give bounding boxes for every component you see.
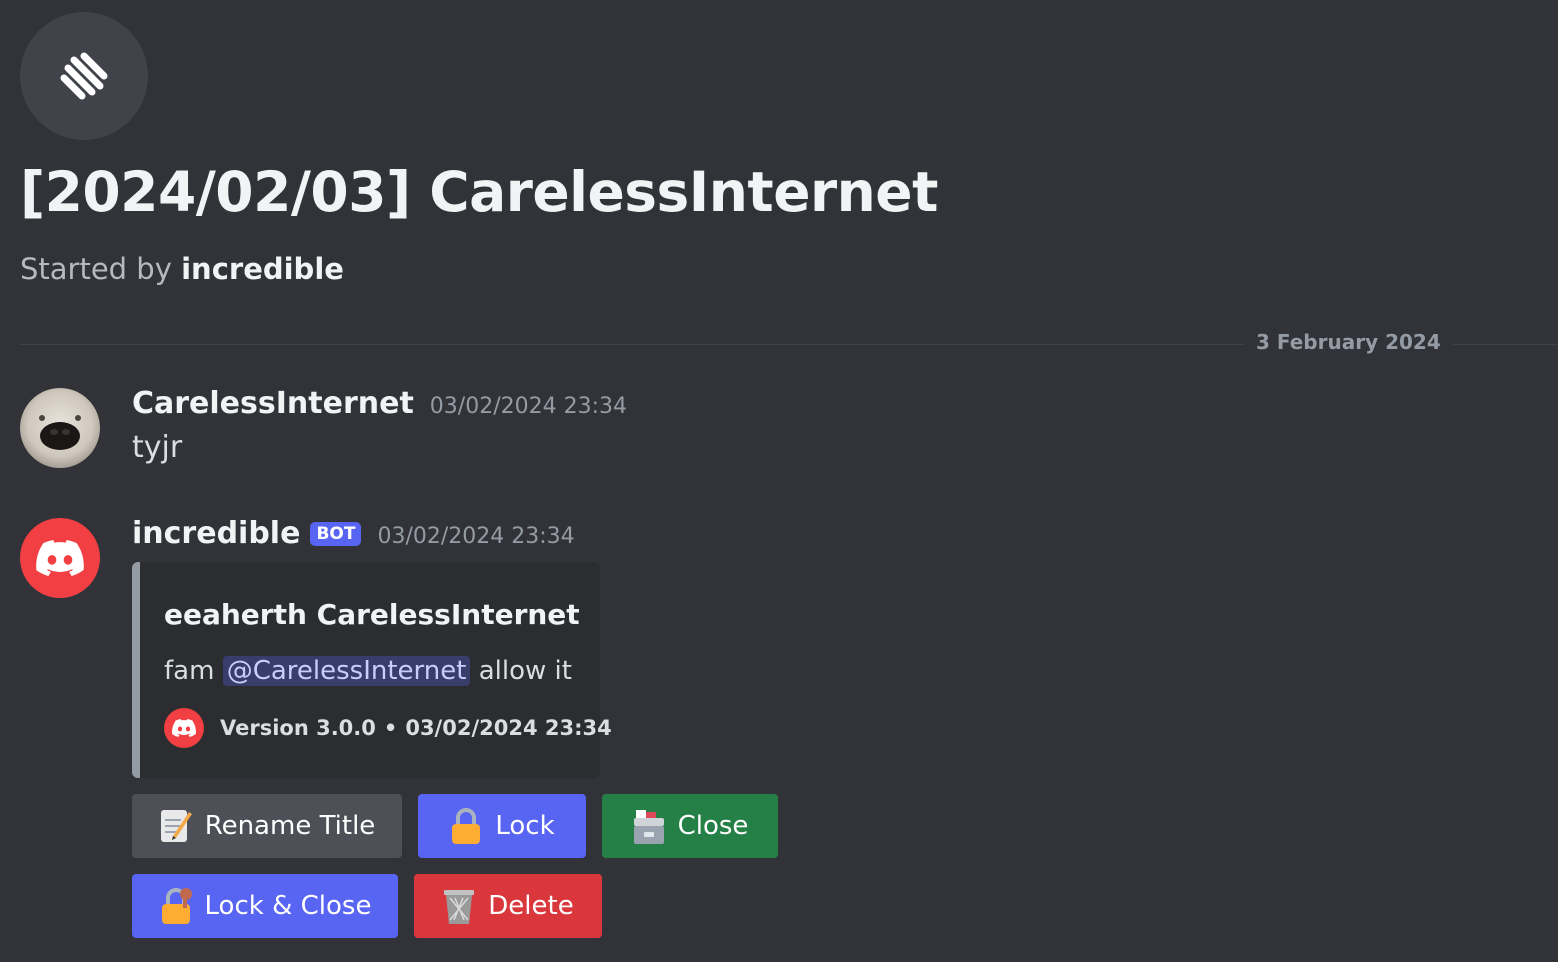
- lock-label: Lock: [495, 811, 555, 841]
- delete-label: Delete: [488, 891, 574, 921]
- started-by-prefix: Started by: [20, 252, 172, 286]
- discord-logo-icon[interactable]: [20, 518, 100, 598]
- message-author[interactable]: CarelessInternet: [132, 386, 414, 421]
- lock-and-close-button[interactable]: Lock & Close: [132, 874, 398, 938]
- lock-and-close-label: Lock & Close: [204, 891, 372, 921]
- embed-footer: Version 3.0.0 • 03/02/2024 23:34: [164, 708, 612, 748]
- embed-desc-text: allow it: [478, 656, 572, 686]
- message-text: tyjr: [132, 430, 183, 465]
- thread-icon: [20, 12, 148, 140]
- close-button[interactable]: Close: [602, 794, 778, 858]
- lock-button[interactable]: Lock: [418, 794, 586, 858]
- started-by-user[interactable]: incredible: [181, 252, 344, 286]
- rename-title-label: Rename Title: [204, 811, 376, 841]
- avatar[interactable]: [20, 388, 100, 468]
- lock-with-key-icon: [159, 886, 193, 926]
- delete-button[interactable]: Delete: [414, 874, 602, 938]
- discord-thread-view: [2024/02/03] CarelessInternet Started by…: [0, 0, 1558, 962]
- message-timestamp: 03/02/2024 23:34: [429, 394, 627, 419]
- embed-desc-text: fam: [164, 656, 215, 686]
- message-embed: eeaherth CarelessInternet fam @CarelessI…: [132, 562, 612, 778]
- message-timestamp: 03/02/2024 23:34: [377, 524, 575, 549]
- embed-footer-time: 03/02/2024 23:34: [405, 716, 612, 740]
- embed-description: fam @CarelessInternet allow it: [164, 656, 572, 686]
- message-author[interactable]: incredible: [132, 516, 300, 551]
- embed-footer-separator: •: [383, 716, 398, 740]
- memo-icon: [159, 806, 193, 846]
- close-label: Close: [677, 811, 749, 841]
- wastebasket-icon: [442, 886, 476, 926]
- bot-badge: BOT: [310, 522, 362, 546]
- message-header: incredible BOT 03/02/2024 23:34: [132, 516, 575, 551]
- lock-icon: [449, 806, 483, 846]
- date-divider-label: 3 February 2024: [1244, 330, 1453, 354]
- embed-title: eeaherth CarelessInternet: [164, 598, 580, 631]
- thread-title: [2024/02/03] CarelessInternet: [20, 160, 938, 224]
- discord-logo-icon: [164, 708, 204, 748]
- embed-footer-text: Version 3.0.0: [220, 716, 376, 740]
- started-by: Started by incredible: [20, 252, 344, 286]
- rename-title-button[interactable]: Rename Title: [132, 794, 402, 858]
- card-file-box-icon: [632, 806, 666, 846]
- message-header: CarelessInternet 03/02/2024 23:34: [132, 386, 627, 421]
- user-mention[interactable]: @CarelessInternet: [222, 656, 471, 686]
